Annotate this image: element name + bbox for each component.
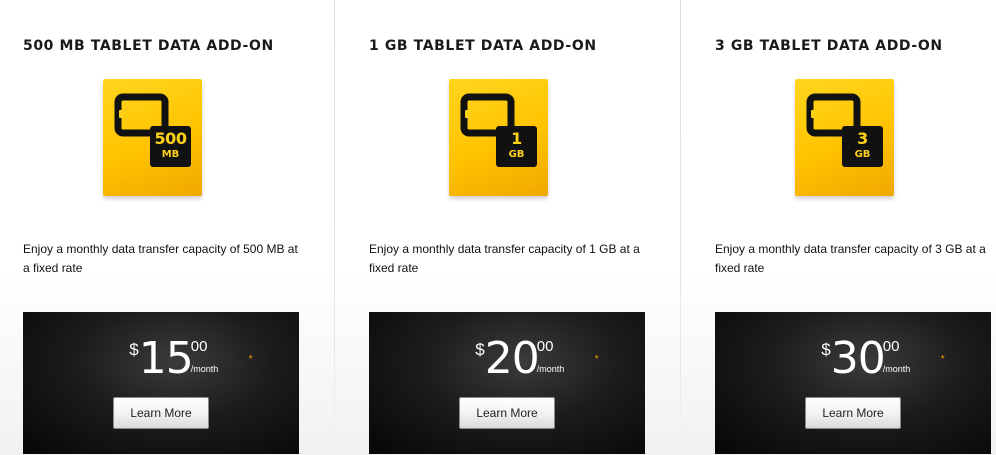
plan-title: 3 GB TABLET DATA ADD-ON xyxy=(715,38,943,54)
price-currency: $ xyxy=(821,340,831,359)
plan-title: 1 GB TABLET DATA ADD-ON xyxy=(369,38,597,54)
badge-amount: 500 xyxy=(154,129,187,148)
tablet-data-3gb-icon: 3 GB xyxy=(795,79,894,196)
data-size-badge: 3 GB xyxy=(842,126,883,167)
price-period: /month xyxy=(190,364,219,374)
price-dollars: 20 xyxy=(484,333,540,384)
column-divider xyxy=(334,0,335,455)
plan-card-3gb: 3 GB TABLET DATA ADD-ON 3 GB Enjoy a mon… xyxy=(715,0,996,455)
plan-description: Enjoy a monthly data transfer capacity o… xyxy=(369,242,640,275)
data-size-badge: 500 MB xyxy=(150,126,191,167)
price-dollars: 30 xyxy=(830,333,886,384)
plan-card-1gb: 1 GB TABLET DATA ADD-ON 1 GB Enjoy a mon… xyxy=(369,0,669,455)
badge-amount: 1 xyxy=(511,129,522,148)
plan-description: Enjoy a monthly data transfer capacity o… xyxy=(715,242,986,275)
learn-more-button[interactable]: Learn More xyxy=(459,397,555,429)
price-cents: 00 xyxy=(190,338,208,355)
tablet-data-1gb-icon: 1 GB xyxy=(449,79,548,196)
price-panel: $20 00 /month * Learn More xyxy=(369,312,645,454)
price-period: /month xyxy=(536,364,565,374)
badge-unit: MB xyxy=(161,149,180,160)
plan-card-500mb: 500 MB TABLET DATA ADD-ON 500 MB Enjoy a… xyxy=(23,0,323,455)
price-currency: $ xyxy=(129,340,139,359)
badge-unit: GB xyxy=(508,149,525,160)
plan-description: Enjoy a monthly data transfer capacity o… xyxy=(23,242,298,275)
price-panel: $15 00 /month * Learn More xyxy=(23,312,299,454)
badge-unit: GB xyxy=(854,149,871,160)
price: $30 00 /month * xyxy=(715,334,991,384)
plan-title: 500 MB TABLET DATA ADD-ON xyxy=(23,38,274,54)
price-currency: $ xyxy=(475,340,485,359)
price-period: /month xyxy=(882,364,911,374)
price-panel: $30 00 /month * Learn More xyxy=(715,312,991,454)
price-dollars: 15 xyxy=(138,333,194,384)
data-size-badge: 1 GB xyxy=(496,126,537,167)
price: $15 00 /month * xyxy=(23,334,299,384)
learn-more-button[interactable]: Learn More xyxy=(113,397,209,429)
price-cents: 00 xyxy=(882,338,900,355)
price-asterisk: * xyxy=(594,354,599,365)
learn-more-button[interactable]: Learn More xyxy=(805,397,901,429)
data-addon-plans: 500 MB TABLET DATA ADD-ON 500 MB Enjoy a… xyxy=(0,0,996,455)
tablet-data-500mb-icon: 500 MB xyxy=(103,79,202,196)
price-cents: 00 xyxy=(536,338,554,355)
price-asterisk: * xyxy=(248,354,253,365)
badge-amount: 3 xyxy=(857,129,868,148)
column-divider xyxy=(680,0,681,455)
price-asterisk: * xyxy=(940,354,945,365)
price: $20 00 /month * xyxy=(369,334,645,384)
